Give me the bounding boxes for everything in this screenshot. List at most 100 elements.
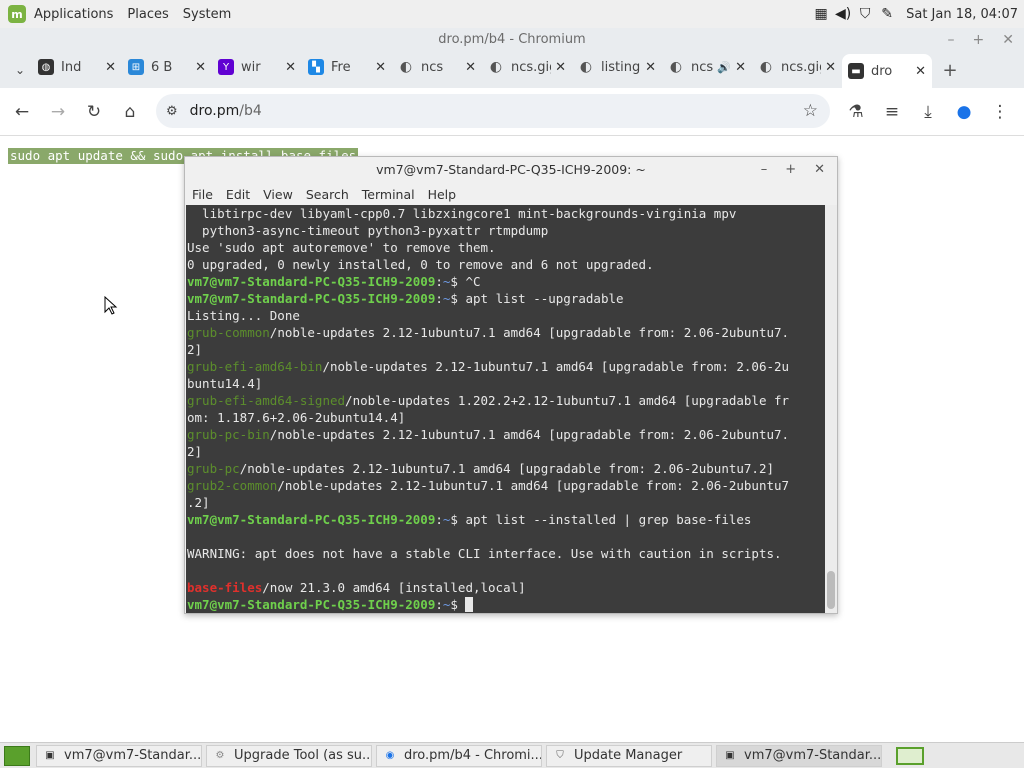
tab-4[interactable]: ◐ ncs ✕	[392, 52, 482, 82]
prompt-command: ^C	[457, 274, 481, 289]
shield-icon[interactable]: ⛉	[856, 5, 874, 23]
terminal-maximize-icon[interactable]: +	[785, 157, 796, 183]
package-detail: /noble-updates 2.12-1ubuntu7.1 amd64 [up…	[239, 461, 775, 476]
brush-icon[interactable]: ✎	[878, 5, 896, 23]
bookmark-star-icon[interactable]: ☆	[803, 101, 818, 121]
volume-icon[interactable]: ◀)	[834, 5, 852, 23]
tab-0[interactable]: ◍ Ind ✕	[32, 52, 122, 82]
terminal-titlebar[interactable]: vm7@vm7-Standard-PC-Q35-ICH9-2009: ~ – +…	[185, 157, 837, 183]
labs-flask-icon[interactable]: ⚗	[838, 94, 874, 130]
address-bar[interactable]: ⚙ dro.pm/b4 ☆	[156, 94, 830, 128]
tab-1[interactable]: ⊞ 6 B ✕	[122, 52, 212, 82]
forward-button[interactable]: →	[40, 94, 76, 130]
tab-close-icon[interactable]: ✕	[915, 64, 926, 79]
system-tray: ▦ ◀) ⛉ ✎ Sat Jan 18, 04:07	[812, 0, 1024, 28]
tab-7[interactable]: ◐ ncs 🔊 ✕	[662, 52, 752, 82]
github-icon: ◍	[38, 59, 54, 75]
close-icon[interactable]: ✕	[1002, 28, 1014, 52]
tab-search-chevron-icon[interactable]: ⌄	[8, 52, 32, 88]
taskbar-item-2[interactable]: ◉ dro.pm/b4 - Chromi...	[376, 744, 542, 767]
menu-places[interactable]: Places	[127, 7, 168, 22]
new-tab-button[interactable]: +	[932, 52, 968, 88]
prompt-user: vm7@vm7-Standard-PC-Q35-ICH9-2009	[187, 597, 436, 612]
terminal-minimize-icon[interactable]: –	[761, 157, 768, 183]
package-detail: /noble-updates 2.12-1ubuntu7.1 amd64 [up…	[269, 427, 790, 442]
tab-close-icon[interactable]: ✕	[375, 60, 386, 75]
tab-close-icon[interactable]: ✕	[645, 60, 656, 75]
reload-button[interactable]: ↻	[76, 94, 112, 130]
show-desktop-icon[interactable]	[4, 745, 30, 766]
package-detail: /noble-updates 2.12-1ubuntu7.1 amd64 [up…	[269, 325, 790, 340]
terminal-line: base-files/now 21.3.0 amd64 [installed,l…	[187, 579, 826, 596]
tab-close-icon[interactable]: ✕	[195, 60, 206, 75]
tab-5[interactable]: ◐ ncs.gig ✕	[482, 52, 572, 82]
globe-icon: ◐	[669, 59, 683, 75]
scrollbar-thumb[interactable]	[827, 571, 835, 609]
minimize-icon[interactable]: –	[948, 28, 955, 52]
tab-title: ncs	[421, 59, 444, 75]
terminal-menu-help[interactable]: Help	[428, 187, 457, 202]
terminal-line: Use 'sudo apt autoremove' to remove them…	[187, 240, 496, 255]
taskbar-item-0[interactable]: ▣ vm7@vm7-Standar...	[36, 744, 202, 767]
home-button[interactable]: ⌂	[112, 94, 148, 130]
network-icon[interactable]: ▦	[812, 5, 830, 23]
tab-9[interactable]: ▬ dro ✕	[842, 54, 932, 88]
terminal-menu-file[interactable]: File	[192, 187, 213, 202]
terminal-menu-terminal[interactable]: Terminal	[362, 187, 415, 202]
tab-2[interactable]: Ywir ✕	[212, 52, 302, 82]
taskbar-item-4[interactable]: ▣ vm7@vm7-Standar...	[716, 744, 882, 767]
terminal-line: grub2-common/noble-updates 2.12-1ubuntu7…	[187, 477, 826, 494]
url-path: /b4	[239, 103, 262, 119]
package-detail: /noble-updates 2.12-1ubuntu7.1 amd64 [up…	[322, 359, 790, 374]
terminal-window: vm7@vm7-Standard-PC-Q35-ICH9-2009: ~ – +…	[184, 156, 838, 614]
tab-6[interactable]: ◐ listing ✕	[572, 52, 662, 82]
terminal-scrollbar[interactable]	[825, 205, 837, 613]
package-name: grub-efi-amd64-signed	[187, 393, 346, 408]
stack-icon: ▚	[308, 59, 324, 75]
menu-kebab-icon[interactable]: ⋮	[982, 94, 1018, 130]
site-info-icon[interactable]: ⚙	[166, 104, 178, 119]
globe-icon: ◐	[399, 59, 413, 75]
taskbar-item-1[interactable]: ⚙ Upgrade Tool (as su...	[206, 744, 372, 767]
terminal-menu-search[interactable]: Search	[306, 187, 349, 202]
clock[interactable]: Sat Jan 18, 04:07	[906, 7, 1018, 22]
menu-system[interactable]: System	[183, 7, 231, 22]
media-control-icon[interactable]: ≡	[874, 94, 910, 130]
workspace-switcher-icon[interactable]	[896, 746, 924, 765]
download-icon[interactable]: ⤓	[910, 94, 946, 130]
terminal-output[interactable]: libtirpc-dev libyaml-cpp0.7 libzxingcore…	[186, 205, 826, 613]
terminal-line: grub-common/noble-updates 2.12-1ubuntu7.…	[187, 324, 826, 341]
browser-titlebar: dro.pm/b4 - Chromium – + ✕	[0, 28, 1024, 52]
tab-close-icon[interactable]: ✕	[285, 60, 296, 75]
audio-playing-icon[interactable]: 🔊	[717, 61, 731, 74]
taskbar-item-3[interactable]: ⛉ Update Manager	[546, 744, 712, 767]
tab-title: ncs.gig	[781, 59, 821, 75]
terminal-icon: ▣	[725, 750, 735, 761]
tab-title: Ind	[61, 59, 82, 75]
tab-8[interactable]: ◐ ncs.gig ✕	[752, 52, 842, 82]
terminal-line: grub-pc-bin/noble-updates 2.12-1ubuntu7.…	[187, 426, 826, 443]
package-detail: /noble-updates 2.12-1ubuntu7.1 amd64 [up…	[277, 478, 790, 493]
browser-toolbar: ← → ↻ ⌂ ⚙ dro.pm/b4 ☆ ⚗ ≡ ⤓ ● ⋮	[0, 88, 1024, 136]
terminal-menu-edit[interactable]: Edit	[226, 187, 250, 202]
tab-close-icon[interactable]: ✕	[465, 60, 476, 75]
terminal-close-icon[interactable]: ✕	[814, 157, 825, 183]
tab-title: ncs.gig	[511, 59, 551, 75]
profile-icon[interactable]: ●	[946, 94, 982, 130]
tab-3[interactable]: ▚ Fre ✕	[302, 52, 392, 82]
tab-close-icon[interactable]: ✕	[825, 60, 836, 75]
tab-close-icon[interactable]: ✕	[555, 60, 566, 75]
prompt-command: apt list --upgradable	[457, 291, 624, 306]
terminal-line: .2]	[187, 495, 210, 510]
menu-applications[interactable]: Applications	[34, 7, 113, 22]
top-panel: m Applications Places System ▦ ◀) ⛉ ✎ Sa…	[0, 0, 1024, 28]
mint-logo-icon[interactable]: m	[8, 5, 26, 23]
terminal-line: vm7@vm7-Standard-PC-Q35-ICH9-2009:~$ apt…	[187, 512, 752, 527]
package-name: grub-pc	[187, 461, 240, 476]
maximize-icon[interactable]: +	[973, 28, 985, 52]
back-button[interactable]: ←	[4, 94, 40, 130]
tab-close-icon[interactable]: ✕	[735, 60, 746, 75]
terminal-menu-view[interactable]: View	[263, 187, 293, 202]
tab-close-icon[interactable]: ✕	[105, 60, 116, 75]
package-detail: /now 21.3.0 amd64 [installed,local]	[262, 580, 526, 595]
